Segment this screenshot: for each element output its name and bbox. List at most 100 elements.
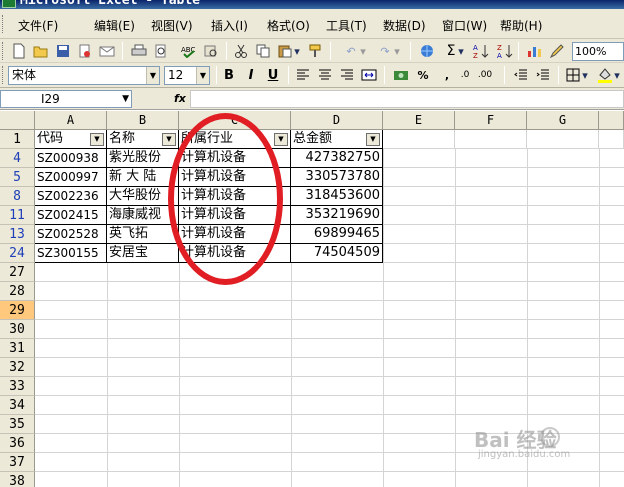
row-header[interactable]: 11 [0, 206, 35, 225]
filter-dropdown-icon[interactable]: ▼ [162, 133, 176, 146]
column-header-b[interactable]: B [107, 111, 179, 130]
row-header[interactable]: 8 [0, 187, 35, 206]
formula-input[interactable] [190, 90, 624, 108]
drawing-icon[interactable] [548, 42, 566, 60]
column-header-e[interactable]: E [383, 111, 455, 130]
row-header[interactable]: 5 [0, 168, 35, 187]
svg-text:Z: Z [497, 44, 502, 52]
align-right-icon[interactable] [338, 66, 356, 84]
row-header[interactable]: 28 [0, 282, 35, 301]
permission-icon[interactable] [76, 42, 94, 60]
italic-button[interactable]: I [242, 66, 260, 84]
font-size-combo[interactable]: 12 ▼ [164, 66, 210, 85]
sort-descending-icon[interactable]: ZA [496, 42, 514, 60]
cut-icon[interactable] [232, 42, 250, 60]
row-header[interactable]: 37 [0, 453, 35, 472]
column-header-f[interactable]: F [455, 111, 527, 130]
align-left-icon[interactable] [294, 66, 312, 84]
print-icon[interactable] [130, 42, 148, 60]
row-header[interactable]: 1 [0, 130, 35, 149]
row-header[interactable]: 27 [0, 263, 35, 282]
redo-dropdown-icon[interactable]: ▾ [392, 42, 402, 60]
insert-function-icon[interactable]: fx [174, 92, 186, 105]
column-header-g[interactable]: G [527, 111, 599, 130]
underline-button[interactable]: U [264, 66, 282, 84]
decrease-indent-icon[interactable] [512, 66, 530, 84]
open-folder-icon[interactable] [32, 42, 50, 60]
menu-file[interactable]: 文件(F) [18, 17, 58, 34]
menu-edit[interactable]: 编辑(E) [94, 17, 135, 34]
row-header[interactable]: 24 [0, 244, 35, 263]
filter-dropdown-icon[interactable]: ▼ [274, 133, 288, 146]
select-all-corner[interactable] [0, 111, 35, 130]
new-file-icon[interactable] [10, 42, 28, 60]
currency-style-icon[interactable] [392, 66, 410, 84]
percent-style-button[interactable]: % [414, 66, 432, 84]
cell[interactable] [599, 130, 624, 149]
comma-style-icon[interactable]: , [438, 66, 456, 84]
toolbar-separator [410, 42, 411, 60]
name-box-dropdown-icon[interactable]: ▼ [122, 91, 129, 107]
menu-insert[interactable]: 插入(I) [211, 17, 248, 34]
filter-dropdown-icon[interactable]: ▼ [90, 133, 104, 146]
borders-dropdown-icon[interactable]: ▾ [580, 66, 590, 84]
menu-view[interactable]: 视图(V) [151, 17, 193, 34]
email-icon[interactable] [98, 42, 116, 60]
formula-bar: I29 ▼ fx [0, 88, 624, 110]
font-size-dropdown-icon[interactable]: ▼ [196, 67, 209, 84]
print-preview-icon[interactable] [152, 42, 170, 60]
column-header-d[interactable]: D [291, 111, 383, 130]
font-name-combo[interactable]: 宋体 ▼ [8, 66, 160, 85]
fill-color-dropdown-icon[interactable]: ▾ [612, 66, 622, 84]
toolbar-separator [226, 42, 227, 60]
bold-button[interactable]: B [220, 66, 238, 84]
row-header[interactable]: 36 [0, 434, 35, 453]
column-header-h[interactable] [599, 111, 624, 130]
menu-help[interactable]: 帮助(H) [500, 17, 542, 34]
cell[interactable] [455, 130, 527, 149]
autosum-dropdown-icon[interactable]: ▾ [456, 42, 466, 60]
undo-dropdown-icon[interactable]: ▾ [358, 42, 368, 60]
row-header[interactable]: 30 [0, 320, 35, 339]
cell[interactable] [527, 130, 599, 149]
chart-wizard-icon[interactable] [526, 42, 544, 60]
name-box[interactable]: I29 ▼ [0, 90, 132, 108]
header-label: 总金额 [293, 131, 333, 146]
zoom-combo[interactable]: 100% [572, 42, 624, 61]
increase-indent-icon[interactable] [534, 66, 552, 84]
row-header[interactable]: 35 [0, 415, 35, 434]
merge-center-icon[interactable] [360, 66, 378, 84]
row-header[interactable]: 31 [0, 339, 35, 358]
row-header[interactable]: 34 [0, 396, 35, 415]
menu-data[interactable]: 数据(D) [383, 17, 426, 34]
save-icon[interactable] [54, 42, 72, 60]
column-header-a[interactable]: A [35, 111, 107, 130]
format-painter-icon[interactable] [306, 42, 324, 60]
header-cell-code[interactable]: 代码 ▼ [35, 130, 107, 149]
name-box-value: I29 [41, 92, 60, 106]
row-header[interactable]: 13 [0, 225, 35, 244]
hyperlink-icon[interactable] [418, 42, 436, 60]
row-header[interactable]: 38 [0, 472, 35, 487]
menu-window[interactable]: 窗口(W) [442, 17, 487, 34]
header-cell-amount[interactable]: 总金额 ▼ [291, 130, 383, 149]
menu-tools[interactable]: 工具(T) [326, 17, 367, 34]
spelling-icon[interactable]: ABC [180, 42, 198, 60]
row-header[interactable]: 32 [0, 358, 35, 377]
menu-format[interactable]: 格式(O) [267, 17, 310, 34]
copy-icon[interactable] [254, 42, 272, 60]
row-header-active[interactable]: 29 [0, 301, 35, 320]
research-icon[interactable] [202, 42, 220, 60]
sort-ascending-icon[interactable]: AZ [472, 42, 490, 60]
cell[interactable] [383, 130, 455, 149]
row-header[interactable]: 4 [0, 149, 35, 168]
decrease-decimal-icon[interactable]: .00 [476, 66, 494, 84]
font-name-dropdown-icon[interactable]: ▼ [146, 67, 159, 84]
align-center-icon[interactable] [316, 66, 334, 84]
increase-decimal-icon[interactable]: .0 [456, 66, 474, 84]
filter-dropdown-icon[interactable]: ▼ [366, 133, 380, 146]
row-header[interactable]: 33 [0, 377, 35, 396]
header-cell-name[interactable]: 名称 ▼ [107, 130, 179, 149]
svg-text:A: A [497, 52, 502, 59]
paste-dropdown-icon[interactable]: ▾ [292, 42, 302, 60]
